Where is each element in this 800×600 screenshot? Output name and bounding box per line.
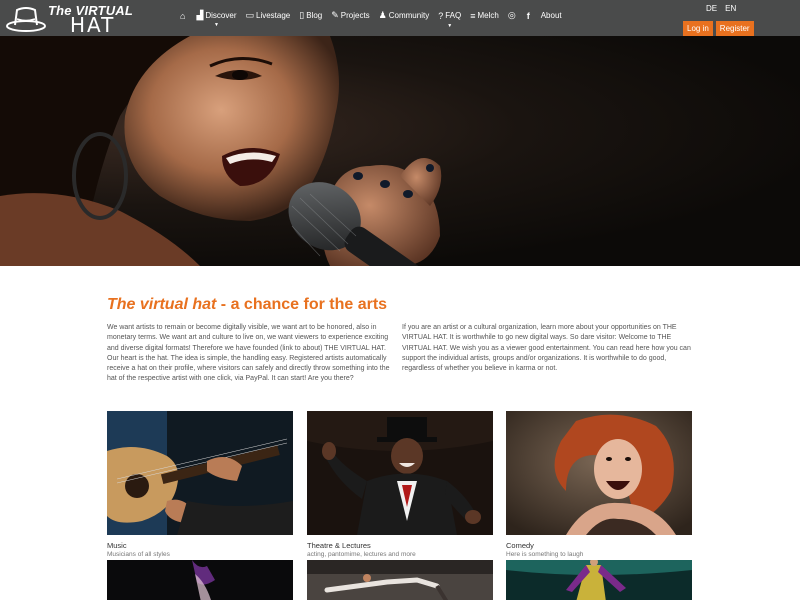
nav-about[interactable]: About [541,11,562,20]
category-card-theatre[interactable]: Theatre & Lectures acting, pantomime, le… [307,411,493,558]
site-logo[interactable]: The VIRTUAL HAT [6,2,133,37]
nav-instagram[interactable]: ◎ [508,10,518,21]
home-icon: ⌂ [180,10,186,21]
list-icon: ≡ [470,10,476,21]
nav-label: About [540,11,562,20]
chevron-down-icon: ▼ [213,22,219,28]
file-icon: ▯ [299,10,305,20]
instagram-icon: ◎ [507,10,516,20]
auth-buttons: Log in Register [683,21,757,36]
nav-projects[interactable]: ✎ Projects [331,10,369,21]
nav-label: Livestage [256,11,291,20]
register-button[interactable]: Register [715,21,754,36]
tv-icon: ▭ [245,10,254,20]
title-italic: The virtual hat [107,296,217,313]
dance-image [107,560,293,600]
lang-en[interactable]: EN [725,4,736,13]
language-switcher: DE EN [706,4,744,13]
card-subtitle: Musicians of all styles [107,551,170,558]
card-subtitle: acting, pantomime, lectures and more [307,551,416,558]
card-title: Comedy [506,541,534,550]
logo-text-line2: HAT [70,13,116,37]
performance-image [506,560,692,600]
question-icon: ? [438,10,444,21]
nav-label: Melch [477,11,499,20]
card-subtitle: Here is something to laugh [506,551,584,558]
lang-de[interactable]: DE [706,4,717,13]
nav-melch[interactable]: ≡ Melch [470,11,499,21]
nav-label: FAQ [445,11,462,20]
category-card-dance[interactable] [107,560,293,600]
nav-label: Projects [340,11,370,20]
category-card-comedy[interactable]: Comedy Here is something to laugh [506,411,692,558]
nav-home[interactable]: ⌂ [180,11,187,21]
nav-label: Blog [306,11,323,20]
login-button[interactable]: Log in [683,21,713,36]
top-navbar: The VIRTUAL HAT ⌂ ▟ Discover ▼ ▭ Livestage … [0,0,800,37]
hat-logo-icon [6,7,46,32]
chevron-down-icon: ▼ [447,22,453,29]
nav-label: Community [388,11,430,20]
card-title: Theatre & Lectures [307,541,371,550]
edit-icon: ✎ [331,10,339,20]
card-title: Music [107,541,127,550]
main-nav: ⌂ ▟ Discover ▼ ▭ Livestage ▯ Blog ✎ Projects … [180,10,571,29]
title-rest: - a chance for the arts [216,296,388,313]
nav-label: Discover [205,11,237,20]
users-icon: ♟ [378,10,387,20]
nav-facebook[interactable]: f [527,11,532,21]
hero-banner [0,36,800,266]
page-title: The virtual hat - a chance for the arts [107,296,387,314]
intro-text-right: If you are an artist or a cultural organ… [402,324,691,373]
nav-livestage[interactable]: ▭ Livestage [245,10,290,21]
building-icon: ▟ [196,10,204,20]
nav-blog[interactable]: ▯ Blog [299,10,322,21]
comedy-image [506,411,692,535]
hero-singer-image [0,36,476,266]
acrobatics-image [307,560,493,600]
music-image [107,411,293,535]
nav-discover[interactable]: ▟ Discover ▼ [196,10,237,28]
nav-community[interactable]: ♟ Community [379,10,430,21]
theatre-image [307,411,493,535]
category-card-acrobatics[interactable] [307,560,493,600]
facebook-icon: f [526,10,530,21]
category-card-performance[interactable] [506,560,692,600]
intro-text-left: We want artists to remain or become digi… [107,324,390,383]
nav-faq[interactable]: ? FAQ ▼ [438,10,462,29]
category-card-music[interactable]: Music Musicians of all styles [107,411,293,558]
